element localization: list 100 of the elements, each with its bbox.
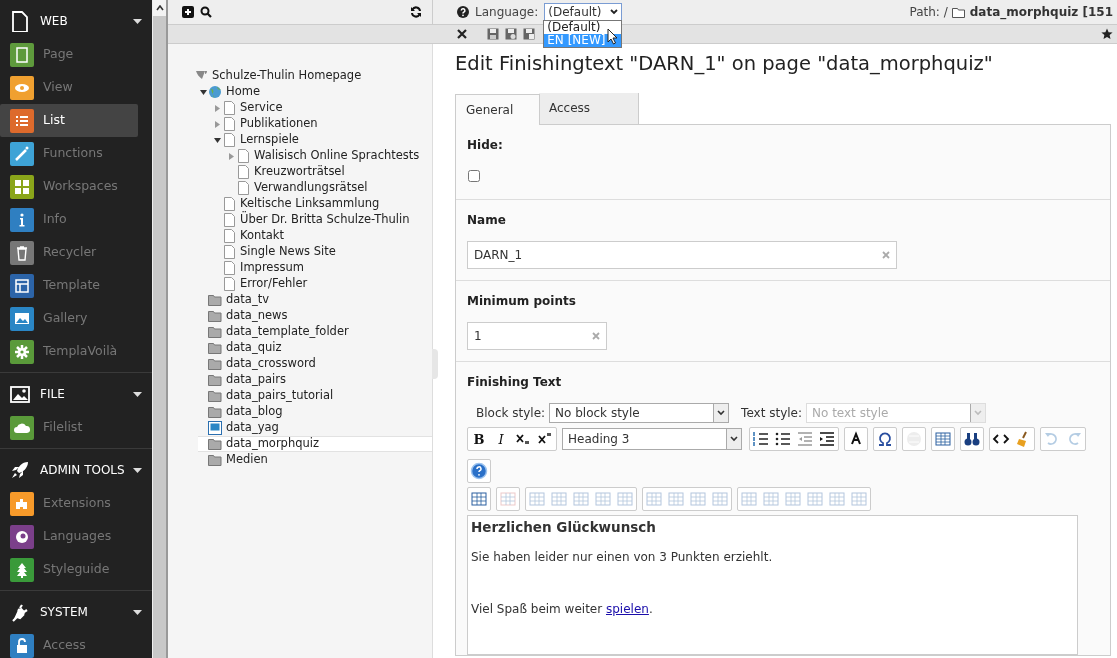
rocket-icon	[10, 459, 30, 481]
dropdown-option[interactable]: (Default)	[544, 21, 622, 34]
block-style-select[interactable]: No block style	[549, 403, 730, 424]
hide-checkbox[interactable]	[468, 170, 480, 183]
save-close-icon[interactable]	[523, 28, 535, 40]
save-view-icon[interactable]	[505, 28, 517, 40]
globe-icon	[208, 85, 222, 99]
refresh-icon[interactable]	[410, 6, 422, 18]
tab[interactable]: General	[455, 94, 540, 126]
field-label: Hide:	[467, 137, 504, 155]
page-path: data_morphquiz [151	[969, 4, 1113, 21]
tree-item[interactable]: data_pairs	[198, 372, 432, 388]
content-link[interactable]: spielen	[606, 601, 649, 616]
module-item[interactable]: Template	[0, 269, 138, 302]
collapsed-icon[interactable]	[214, 120, 220, 128]
module-group-title[interactable]: FILE	[40, 385, 133, 403]
tree-item[interactable]: data_template_folder	[198, 324, 432, 340]
tree-item[interactable]: Kontakt	[212, 228, 432, 244]
tree-item[interactable]: Single News Site	[212, 244, 432, 260]
expanded-icon[interactable]	[213, 137, 221, 143]
name-field[interactable]: DARN_1	[467, 241, 897, 270]
module-item[interactable]: TemplaVoilà	[0, 335, 138, 368]
module-item[interactable]: Gallery	[0, 302, 138, 335]
folder-icon	[208, 325, 222, 339]
search-icon[interactable]	[200, 6, 212, 18]
caret-icon[interactable]	[133, 467, 142, 473]
caret-icon[interactable]	[133, 18, 142, 24]
tree-item[interactable]: Impressum	[212, 260, 432, 276]
module-item[interactable]: Access	[0, 629, 138, 658]
tree-item[interactable]: data_pairs_tutorial	[198, 388, 432, 404]
language-label: Language:	[475, 4, 539, 21]
tree-item[interactable]: data_news	[198, 308, 432, 324]
tree-item[interactable]: data_morphquiz	[198, 436, 432, 452]
module-item[interactable]: Info	[0, 203, 138, 236]
page-icon	[222, 133, 236, 147]
expanded-icon[interactable]	[199, 89, 207, 95]
field-label: Block style:	[476, 405, 546, 423]
page-icon	[222, 101, 236, 115]
tree-item[interactable]: data_quiz	[198, 340, 432, 356]
module-item[interactable]: Recycler	[0, 236, 138, 269]
tree-item[interactable]: Über Dr. Britta Schulze-Thulin	[212, 212, 432, 228]
scroll-up-icon[interactable]	[153, 0, 166, 16]
tree-item[interactable]: Keltische Linksammlung	[212, 196, 432, 212]
tree-item[interactable]: data_tv	[198, 292, 432, 308]
page-icon	[222, 261, 236, 275]
tree-item[interactable]: Walisisch Online Sprachtests	[226, 148, 432, 164]
module-item[interactable]: Languages	[0, 520, 138, 553]
tree-item[interactable]: Medien	[198, 452, 432, 468]
field-label: Finishing Text	[467, 374, 563, 392]
tree-item[interactable]: data_yag	[198, 420, 432, 436]
tree-item[interactable]: Error/Fehler	[212, 276, 432, 292]
tree-item[interactable]: Lernspiele	[212, 132, 432, 148]
folder-icon	[951, 6, 966, 18]
module-group-title[interactable]: WEB	[40, 12, 133, 30]
image-icon	[10, 383, 30, 405]
tree-item[interactable]: data_crossword	[198, 356, 432, 372]
language-select[interactable]: (Default)	[544, 3, 623, 21]
module-item[interactable]: Page	[0, 38, 138, 71]
module-item[interactable]: Styleguide	[0, 553, 138, 586]
star-icon[interactable]	[1101, 28, 1113, 40]
save-icon[interactable]	[487, 28, 499, 40]
format-button[interactable]: B	[469, 429, 489, 450]
points-field[interactable]: 1	[467, 322, 607, 351]
module-group-title[interactable]: ADMIN TOOLS	[40, 461, 133, 479]
clear-icon[interactable]	[592, 332, 600, 341]
tree-item[interactable]: Kreuzworträtsel	[226, 164, 432, 180]
tree-item[interactable]: Verwandlungsrätsel	[226, 180, 432, 196]
tree-item[interactable]: Home	[198, 84, 432, 100]
tree-item[interactable]: Service	[212, 100, 432, 116]
add-icon[interactable]	[182, 6, 194, 18]
folder-icon	[208, 309, 222, 323]
format-select[interactable]: Heading 3	[562, 428, 742, 451]
tree-item[interactable]: Publikationen	[212, 116, 432, 132]
module-group-title[interactable]: SYSTEM	[40, 603, 133, 621]
page-icon	[222, 229, 236, 243]
collapse-handle[interactable]	[432, 349, 438, 379]
tree-item[interactable]: Schulze-Thulin Homepage	[184, 68, 432, 84]
close-icon[interactable]	[457, 29, 467, 39]
folder-icon	[208, 293, 222, 307]
module-item[interactable]: Functions	[0, 137, 138, 170]
caret-icon[interactable]	[133, 391, 142, 397]
format-button[interactable]: I	[491, 429, 511, 450]
module-item[interactable]: Workspaces	[0, 170, 138, 203]
field-label: Minimum points	[467, 293, 577, 311]
folder-icon	[208, 389, 222, 403]
collapsed-icon[interactable]	[214, 104, 220, 112]
help-icon[interactable]	[457, 6, 469, 18]
tree-item[interactable]: data_blog	[198, 404, 432, 420]
collapsed-icon[interactable]	[228, 152, 234, 160]
cursor-icon	[607, 28, 619, 45]
module-item[interactable]: Filelist	[0, 411, 138, 444]
document-icon	[10, 10, 30, 32]
field-label: Name	[467, 212, 507, 230]
module-item[interactable]: List	[0, 104, 138, 137]
caret-icon[interactable]	[133, 609, 142, 615]
module-item[interactable]: Extensions	[0, 487, 138, 520]
tab[interactable]: Access	[539, 93, 639, 125]
folder-icon	[208, 405, 222, 419]
clear-icon[interactable]	[882, 251, 890, 260]
module-item[interactable]: View	[0, 71, 138, 104]
